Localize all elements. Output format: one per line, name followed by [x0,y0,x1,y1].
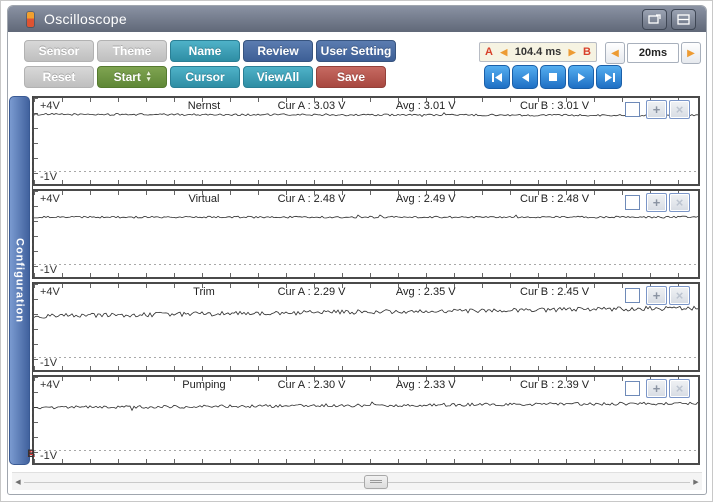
channel-panel: +4V -1V Pumping Cur A : 2.30 V Avg : 2.3… [32,375,700,465]
channel-add-button[interactable]: + [646,379,667,398]
spinner-up-down-icon[interactable]: ▴ ▾ [147,70,151,83]
oscilloscope-window: Oscilloscope Sensor Theme Name Review User [7,5,707,495]
bottom-gridline [34,171,698,172]
avg-value: Avg : 3.01 V [395,100,456,112]
theme-button[interactable]: Theme [97,40,167,62]
y-max-label: +4V [40,286,60,298]
user-setting-button[interactable]: User Setting [316,40,396,62]
step-back-icon [521,72,529,82]
app-icon [27,11,34,27]
play-icon [577,72,585,82]
save-button[interactable]: Save [316,66,386,88]
avg-value: Avg : 2.33 V [395,379,456,391]
channel-add-button[interactable]: + [646,193,667,212]
bottom-gridline [34,357,698,358]
channel-panel: +4V -1V Trim Cur A : 2.29 V Avg : 2.35 V… [32,282,700,372]
cursor-a-value: Cur A : 2.29 V [277,286,346,298]
toolbar-row-2: Reset Start ▴ ▾ Cursor ViewAll Save [24,66,386,88]
channel-close-button[interactable]: × [669,193,690,212]
avg-value: Avg : 2.49 V [395,193,456,205]
channel-checkbox[interactable] [625,102,640,117]
cursor-a-value: Cur A : 3.03 V [277,100,346,112]
y-max-label: +4V [40,100,60,112]
configuration-tab[interactable]: Configuration [9,96,30,465]
cursor-b-value: Cur B : 2.45 V [520,286,590,298]
channel-checkbox[interactable] [625,288,640,303]
transport-prev-button[interactable] [512,65,538,89]
title-bar[interactable]: Oscilloscope [8,6,706,32]
cursor-b-value: Cur B : 3.01 V [520,100,590,112]
viewall-button[interactable]: ViewAll [243,66,313,88]
timebase-increase-button[interactable]: ▶ [681,42,701,64]
cursor-a-value: Cur A : 2.30 V [277,379,346,391]
start-button[interactable]: Start ▴ ▾ [97,66,167,88]
cursor-b-label: B [583,46,591,58]
channel-close-button[interactable]: × [669,286,690,305]
y-min-label: -1V [40,171,58,183]
channel-name: Virtual [188,193,220,205]
scroll-left-icon[interactable]: ◀ [12,478,24,486]
popout-window-button[interactable] [642,9,667,30]
skip-to-end-icon [604,72,615,82]
toolbar-row-1: Sensor Theme Name Review User Setting [24,40,396,62]
avg-value: Avg : 2.35 V [395,286,456,298]
cursor-button[interactable]: Cursor [170,66,240,88]
reset-button[interactable]: Reset [24,66,94,88]
popout-icon [648,14,661,24]
configuration-tab-label: Configuration [13,237,26,324]
arrow-left-icon: ◀ [500,46,508,57]
channel-add-button[interactable]: + [646,286,667,305]
arrow-left-icon: ◀ [611,47,619,59]
scrollbar-thumb[interactable] [363,475,388,489]
arrow-right-icon: ▶ [687,47,695,59]
name-button[interactable]: Name [170,40,240,62]
y-max-label: +4V [40,379,60,391]
layout-toggle-button[interactable] [671,9,696,30]
review-button[interactable]: Review [243,40,313,62]
stop-icon [549,73,557,81]
y-max-label: +4V [40,193,60,205]
scrollbar-track[interactable] [24,473,690,490]
transport-play-button[interactable] [568,65,594,89]
channel-name: Trim [193,286,215,298]
transport-last-button[interactable] [596,65,622,89]
y-min-label: -1V [40,357,58,369]
channel-panel: +4V -1V Virtual Cur A : 2.48 V Avg : 2.4… [32,189,700,279]
y-min-label: -1V [40,450,58,462]
cursor-a-label: A [485,46,493,58]
transport-stop-button[interactable] [540,65,566,89]
bottom-gridline [34,450,698,451]
cursor-interval-value: 104.4 ms [514,46,562,58]
horizontal-scrollbar[interactable]: ◀ ▶ [12,472,702,490]
window-title: Oscilloscope [44,11,127,27]
scroll-right-icon[interactable]: ▶ [690,478,702,486]
channel-stack: +4V -1V Nernst Cur A : 3.03 V Avg : 3.01… [32,96,700,465]
timebase-decrease-button[interactable]: ◀ [605,42,625,64]
timebase-group: ◀ 20ms ▶ [605,42,701,64]
scrollbar-line [24,482,690,484]
channel-add-button[interactable]: + [646,100,667,119]
cursor-a-value: Cur A : 2.48 V [277,193,346,205]
y-min-label: -1V [40,264,58,276]
sensor-button[interactable]: Sensor [24,40,94,62]
arrow-right-icon: ▶ [568,46,576,57]
cursor-b-value: Cur B : 2.48 V [520,193,590,205]
channel-name: Pumping [182,379,226,391]
screen: Oscilloscope Sensor Theme Name Review User [0,0,713,502]
timebase-value[interactable]: 20ms [627,43,679,63]
bottom-gridline [34,264,698,265]
cursor-b-value: Cur B : 2.39 V [520,379,590,391]
channel-name: Nernst [187,100,221,112]
layout-icon [677,14,690,25]
channel-checkbox[interactable] [625,381,640,396]
skip-to-start-icon [491,72,502,82]
transport-controls [484,65,622,89]
channel-panel: +4V -1V Nernst Cur A : 3.03 V Avg : 3.01… [32,96,700,186]
channel-close-button[interactable]: × [669,100,690,119]
channel-checkbox[interactable] [625,195,640,210]
cursor-interval-readout: A ◀ 104.4 ms ▶ B [479,42,597,62]
channel-close-button[interactable]: × [669,379,690,398]
transport-first-button[interactable] [484,65,510,89]
